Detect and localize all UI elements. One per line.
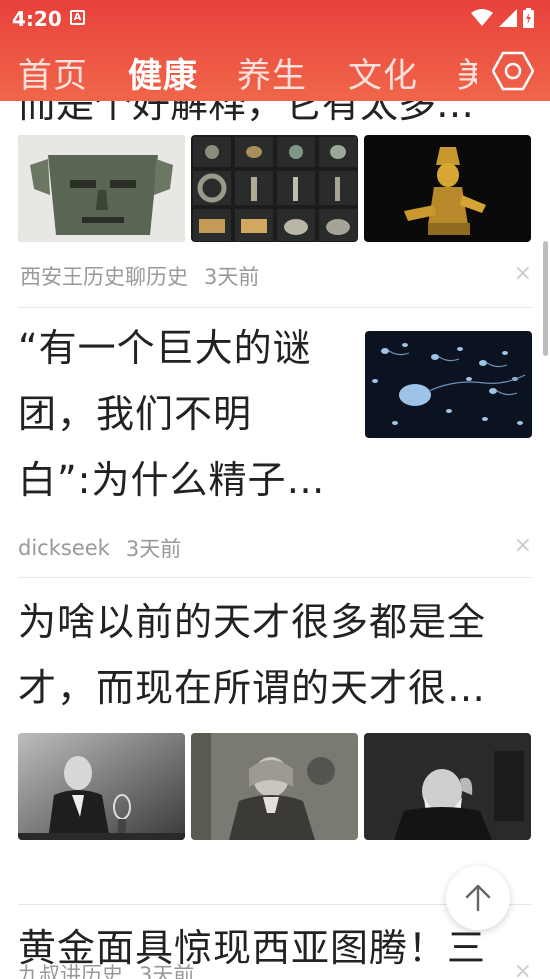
scrollbar[interactable] (543, 241, 548, 356)
title-line: “有一个巨大的谜 (18, 326, 312, 370)
arrow-up-icon (465, 884, 491, 912)
tab-beauty[interactable]: 美 (457, 48, 477, 97)
dismiss-icon[interactable]: × (514, 261, 532, 286)
article-time: 3天前 (125, 537, 182, 561)
category-tabs: 首页 健康 养生 文化 美 (0, 40, 550, 100)
article-time: 3天前 (204, 265, 260, 289)
article-meta: dickseek 3天前 (18, 533, 181, 563)
article-title: 而是个好解释，它有太多… (18, 101, 475, 126)
golden-figure-image (364, 135, 531, 242)
top-header: 4:20 A 首页 健康 养生 文化 美 (0, 0, 550, 101)
article-meta: 西安王历史聊历史 3天前 (20, 261, 259, 291)
battery-icon (523, 8, 534, 28)
article-source: 西安王历史聊历史 (20, 265, 188, 289)
status-time: 4:20 (12, 7, 62, 31)
title-line: 才，而现在所谓的天才很… (18, 666, 487, 710)
status-icons (471, 8, 534, 28)
article-title: 为啥以前的天才很多都是全 才，而现在所谓的天才很… (18, 589, 532, 721)
title-line: 白”:为什么精子… (18, 458, 326, 502)
list-item[interactable]: 而是个好解释，它有太多… 西安王历史聊历史 3天前 × (18, 101, 532, 307)
wifi-icon (471, 9, 493, 26)
hugo-portrait-image (364, 733, 531, 840)
article-title: “有一个巨大的谜 团，我们不明 白”:为什么精子… (18, 315, 348, 513)
bronze-mask-image (18, 135, 185, 242)
divider (18, 577, 532, 578)
scientist-portrait-image (18, 733, 185, 840)
tab-culture[interactable]: 文化 (348, 48, 418, 97)
status-bar: 4:20 A (0, 0, 550, 36)
title-line: 为啥以前的天才很多都是全 (18, 600, 487, 644)
list-item[interactable]: 黄金面具惊现西亚图腾！三 (18, 915, 532, 979)
hexagon-settings-icon[interactable] (492, 50, 534, 92)
article-source: dickseek (18, 536, 110, 560)
image-row (18, 135, 531, 242)
list-item[interactable]: 为啥以前的天才很多都是全 才，而现在所谓的天才很… 九叔讲历史 3天前 × (18, 589, 532, 979)
tab-home[interactable]: 首页 (18, 48, 88, 97)
tab-health[interactable]: 健康 (128, 48, 198, 97)
jade-artifacts-image (191, 135, 358, 242)
signal-icon (499, 9, 517, 27)
notification-badge-icon: A (70, 10, 85, 25)
back-to-top-button[interactable] (446, 866, 510, 930)
franklin-portrait-image (191, 733, 358, 840)
divider (18, 307, 532, 308)
list-item[interactable]: “有一个巨大的谜 团，我们不明 白”:为什么精子… dickseek 3天前 × (18, 315, 532, 570)
image-row (18, 733, 531, 840)
article-title: 黄金面具惊现西亚图腾！三 (18, 926, 487, 970)
feed-list[interactable]: 而是个好解释，它有太多… 西安王历史聊历史 3天前 × “有一个巨大的谜 团，我… (0, 101, 550, 979)
title-line: 团，我们不明 (18, 392, 253, 436)
dismiss-icon[interactable]: × (514, 533, 532, 558)
sperm-image (365, 331, 532, 438)
tab-wellness[interactable]: 养生 (237, 48, 307, 97)
